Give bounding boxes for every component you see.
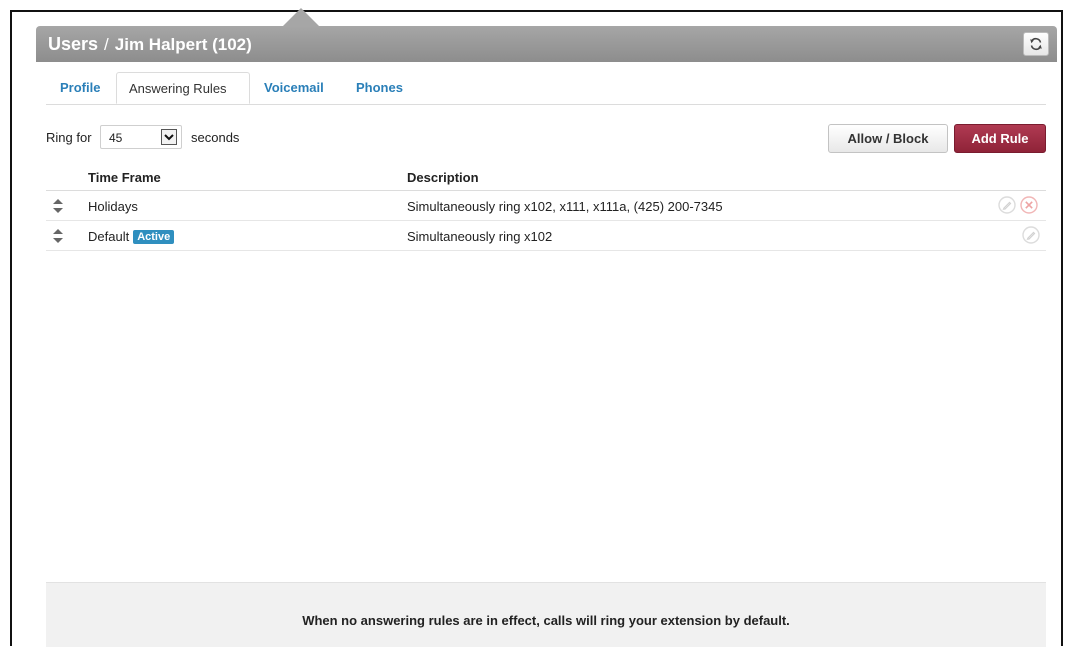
table-row[interactable]: Holidays Simultaneously ring x102, x111,… (46, 191, 1046, 221)
add-rule-button[interactable]: Add Rule (954, 124, 1046, 153)
tab-answering-rules[interactable]: Answering Rules (116, 72, 250, 104)
reorder-handle-icon[interactable] (52, 228, 64, 244)
tab-voicemail[interactable]: Voicemail (252, 72, 336, 104)
panel-frame (10, 10, 1063, 646)
ring-duration-value: 45 (109, 131, 123, 145)
breadcrumb: Users / Jim Halpert (102) (48, 34, 252, 55)
allow-block-button[interactable]: Allow / Block (828, 124, 948, 153)
row-actions (1022, 226, 1040, 244)
tab-bar: Profile Answering Rules Voicemail Phones (46, 72, 1046, 105)
ring-for-label: Ring for (46, 130, 92, 145)
column-time-frame: Time Frame (88, 170, 161, 185)
column-description: Description (407, 170, 479, 185)
reorder-handle-icon[interactable] (52, 198, 64, 214)
tab-profile[interactable]: Profile (48, 72, 112, 104)
breadcrumb-user: Jim Halpert (102) (114, 35, 252, 54)
breadcrumb-separator: / (104, 35, 109, 54)
table-row[interactable]: Default Active Simultaneously ring x102 (46, 221, 1046, 251)
answering-rules-table: Time Frame Description Holidays Simultan… (46, 164, 1046, 251)
rule-time-frame: Holidays (88, 199, 138, 214)
rule-description: Simultaneously ring x102, x111, x111a, (… (407, 199, 723, 214)
breadcrumb-users[interactable]: Users (48, 34, 98, 54)
edit-icon[interactable] (1022, 226, 1040, 244)
panel-pointer (283, 8, 319, 26)
tab-phones[interactable]: Phones (344, 72, 415, 104)
footer-message: When no answering rules are in effect, c… (302, 613, 790, 628)
row-actions (998, 196, 1040, 214)
delete-icon[interactable] (1020, 196, 1038, 214)
status-badge: Active (133, 230, 175, 244)
default-behavior-footer: When no answering rules are in effect, c… (46, 582, 1046, 647)
rule-time-frame: Default (88, 229, 130, 244)
rule-description: Simultaneously ring x102 (407, 229, 553, 244)
table-header: Time Frame Description (46, 164, 1046, 191)
refresh-icon (1030, 37, 1042, 51)
refresh-button[interactable] (1023, 32, 1049, 56)
header-bar: Users / Jim Halpert (102) (36, 26, 1057, 62)
rule-time-frame-cell: Default Active (88, 229, 175, 244)
ring-unit-label: seconds (191, 130, 240, 145)
ring-duration-select[interactable]: 45 (100, 125, 182, 149)
chevron-down-icon (161, 129, 177, 145)
edit-icon[interactable] (998, 196, 1016, 214)
